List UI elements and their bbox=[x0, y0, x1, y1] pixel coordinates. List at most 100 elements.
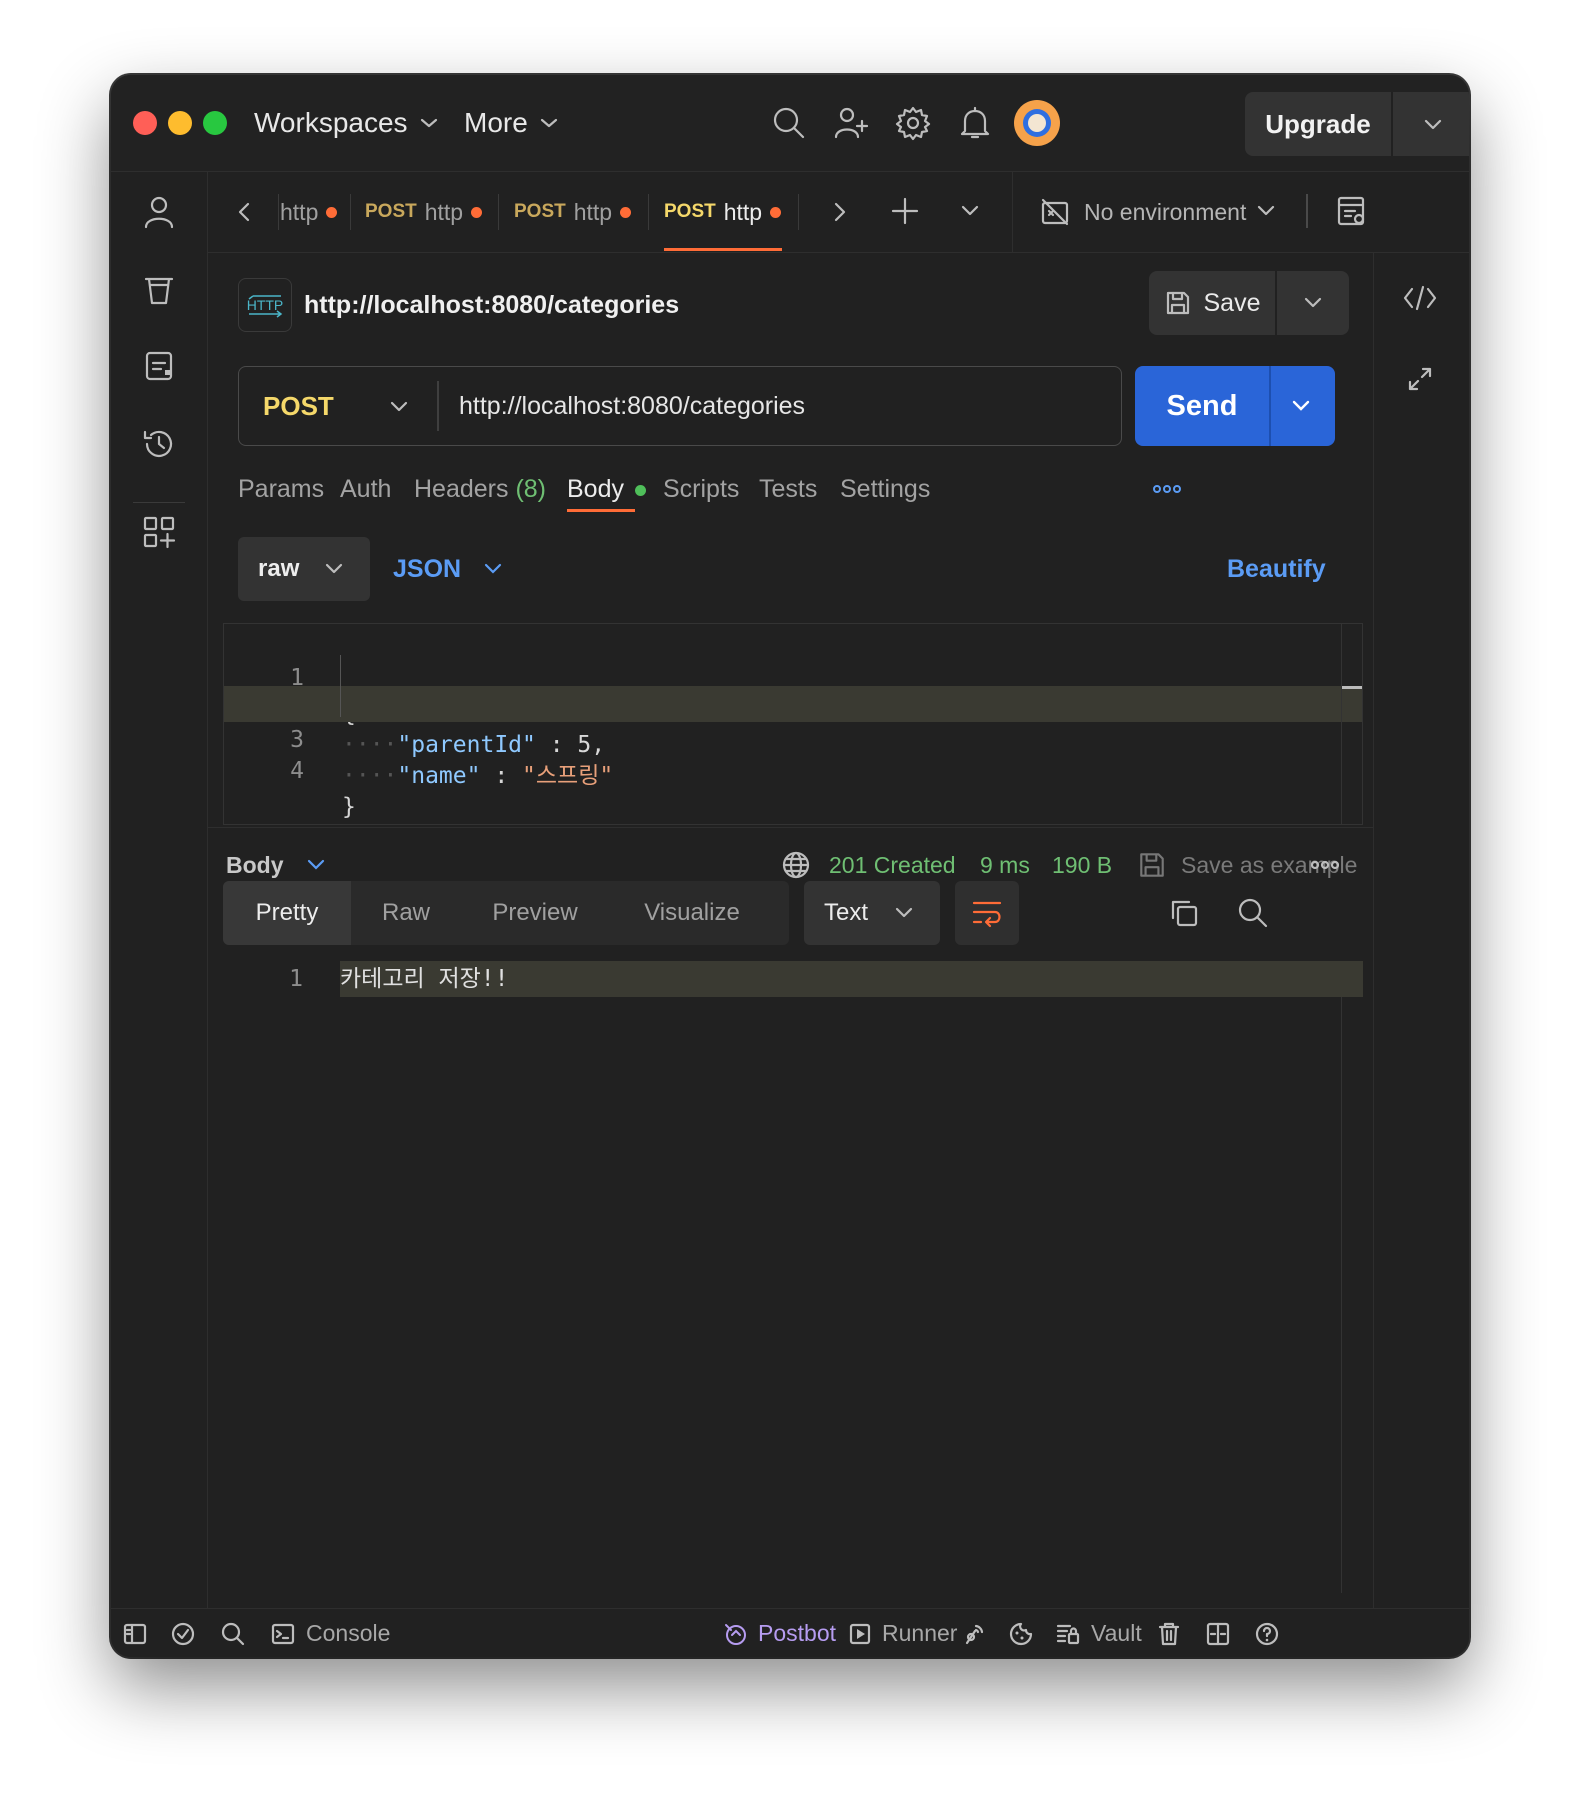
environment-quick-look-icon[interactable] bbox=[1335, 194, 1369, 228]
chevron-down-icon[interactable] bbox=[1423, 118, 1443, 132]
tab-scripts[interactable]: Scripts bbox=[663, 467, 739, 511]
chevron-down-icon bbox=[540, 118, 557, 128]
tab-headers[interactable]: Headers (8) bbox=[414, 467, 546, 511]
body-mode-selector[interactable]: raw bbox=[238, 537, 370, 601]
toggle-sidebar-icon[interactable] bbox=[122, 1621, 148, 1647]
invite-user-icon[interactable] bbox=[833, 105, 869, 141]
avatar[interactable] bbox=[1014, 100, 1060, 146]
runner-button[interactable]: Runner bbox=[848, 1609, 957, 1657]
minimize-window-button[interactable] bbox=[168, 111, 192, 135]
gear-icon[interactable] bbox=[895, 105, 931, 141]
postman-window: Workspaces More Upgrade http POST http P… bbox=[111, 75, 1469, 1657]
code-icon[interactable] bbox=[1402, 283, 1438, 313]
active-tab-indicator bbox=[664, 248, 782, 251]
collections-trash-icon[interactable] bbox=[141, 272, 177, 308]
right-sidebar bbox=[1373, 253, 1469, 1608]
save-button[interactable]: Save bbox=[1149, 271, 1275, 335]
console-label: Console bbox=[306, 1620, 391, 1646]
tab-body[interactable]: Body bbox=[567, 467, 646, 511]
divider bbox=[1306, 194, 1308, 228]
divider bbox=[278, 194, 279, 230]
environments-icon[interactable] bbox=[141, 348, 177, 384]
headers-count: (8) bbox=[515, 475, 547, 503]
cookies-icon[interactable] bbox=[1008, 1621, 1034, 1647]
code-line: 4 } bbox=[224, 717, 1362, 820]
tab-pretty[interactable]: Pretty bbox=[223, 881, 351, 945]
workspaces-menu[interactable]: Workspaces bbox=[254, 101, 438, 145]
divider bbox=[1275, 271, 1277, 335]
tab-method: POST bbox=[514, 201, 566, 222]
tab-method: POST bbox=[664, 201, 716, 222]
maximize-window-button[interactable] bbox=[203, 111, 227, 135]
plus-icon[interactable] bbox=[890, 196, 920, 226]
beautify-button[interactable]: Beautify bbox=[1227, 537, 1326, 601]
tab-auth[interactable]: Auth bbox=[340, 467, 391, 511]
user-icon[interactable] bbox=[141, 194, 177, 230]
tab-method: POST bbox=[365, 201, 417, 222]
vault-label: Vault bbox=[1091, 1620, 1142, 1646]
body-language-selector[interactable]: JSON bbox=[393, 537, 513, 601]
tab-preview[interactable]: Preview bbox=[461, 881, 609, 945]
two-pane-layout-icon[interactable] bbox=[1205, 1621, 1231, 1647]
url-input[interactable] bbox=[459, 367, 1099, 445]
chevron-right-icon[interactable] bbox=[830, 200, 850, 224]
response-size[interactable]: 190 B bbox=[1052, 835, 1112, 895]
check-circle-icon[interactable] bbox=[170, 1621, 196, 1647]
tab-label: http bbox=[280, 198, 319, 225]
vault-button[interactable]: Vault bbox=[1055, 1609, 1142, 1657]
response-format-selector[interactable]: Text bbox=[804, 881, 940, 945]
send-button[interactable]: Send bbox=[1135, 366, 1269, 446]
chevron-left-icon[interactable] bbox=[234, 200, 254, 224]
globe-icon[interactable] bbox=[781, 850, 811, 880]
chevron-down-icon[interactable] bbox=[1256, 204, 1276, 218]
http-badge: HTTP bbox=[238, 278, 292, 332]
request-tab-active[interactable]: POST http bbox=[664, 172, 784, 252]
left-sidebar bbox=[111, 172, 208, 1608]
tab-settings[interactable]: Settings bbox=[840, 467, 930, 511]
close-window-button[interactable] bbox=[133, 111, 157, 135]
response-text[interactable]: 카테고리 저장!! bbox=[340, 961, 509, 997]
add-apps-icon[interactable] bbox=[141, 514, 177, 550]
more-options-icon[interactable] bbox=[1311, 857, 1339, 873]
search-icon[interactable] bbox=[220, 1621, 246, 1647]
bell-icon[interactable] bbox=[957, 105, 993, 141]
divider bbox=[648, 194, 649, 230]
request-tab[interactable]: POST http bbox=[514, 172, 634, 252]
history-icon[interactable] bbox=[141, 426, 177, 462]
postbot-button[interactable]: Postbot bbox=[722, 1609, 836, 1657]
tab-tests[interactable]: Tests bbox=[759, 467, 817, 511]
tab-raw[interactable]: Raw bbox=[351, 881, 461, 945]
environment-selector[interactable]: No environment bbox=[1040, 172, 1280, 252]
tab-visualize[interactable]: Visualize bbox=[609, 881, 775, 945]
chevron-down-icon[interactable] bbox=[1303, 296, 1323, 310]
help-icon[interactable] bbox=[1254, 1621, 1280, 1647]
collapse-arrows-icon[interactable] bbox=[1406, 365, 1434, 393]
chevron-down-icon[interactable] bbox=[960, 204, 980, 218]
request-tab[interactable]: http bbox=[280, 172, 350, 252]
search-icon[interactable] bbox=[771, 105, 807, 141]
upgrade-button[interactable]: Upgrade bbox=[1245, 92, 1469, 156]
proxy-capture-icon[interactable] bbox=[961, 1621, 987, 1647]
response-scrollbar-track[interactable] bbox=[1341, 997, 1342, 1593]
wrap-lines-icon bbox=[972, 901, 1002, 928]
method-selector[interactable]: POST bbox=[239, 367, 439, 445]
wrap-lines-button[interactable] bbox=[955, 881, 1019, 945]
request-body-editor[interactable]: 1 { 2 ····"parentId" : 5, 3 ····"name" :… bbox=[223, 623, 1363, 825]
status-bar: Console Postbot Runner Vault bbox=[111, 1608, 1469, 1657]
request-tab[interactable]: POST http bbox=[365, 172, 485, 252]
chevron-down-icon[interactable] bbox=[1291, 399, 1311, 413]
line-number: 4 bbox=[290, 758, 304, 784]
trash-icon[interactable] bbox=[1156, 1621, 1182, 1647]
body-mode-label: raw bbox=[258, 555, 300, 582]
more-options-icon[interactable] bbox=[1153, 481, 1181, 497]
json-key: "name" bbox=[397, 763, 481, 789]
more-menu[interactable]: More bbox=[464, 101, 558, 145]
runner-icon bbox=[849, 1623, 871, 1644]
tab-params[interactable]: Params bbox=[238, 467, 324, 511]
copy-icon[interactable] bbox=[1168, 897, 1200, 929]
request-title[interactable]: http://localhost:8080/categories bbox=[304, 285, 679, 325]
editor-scrollbar-track[interactable] bbox=[1341, 624, 1342, 824]
console-button[interactable]: Console bbox=[270, 1609, 390, 1657]
search-icon[interactable] bbox=[1237, 897, 1269, 929]
indent-guide bbox=[340, 655, 341, 717]
